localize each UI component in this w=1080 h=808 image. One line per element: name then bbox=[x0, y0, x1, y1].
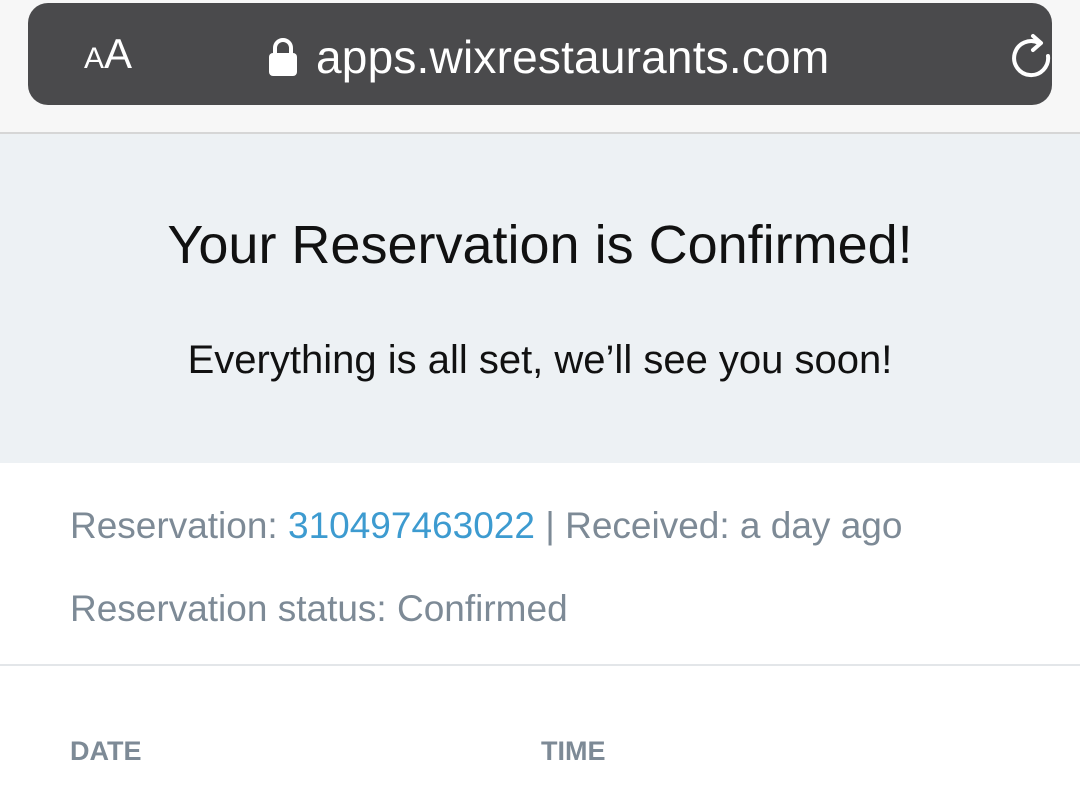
lock-icon bbox=[269, 38, 297, 76]
text-size-small-a: A bbox=[84, 42, 105, 75]
reservation-info-line: Reservation: 310497463022 | Received: a … bbox=[70, 507, 902, 544]
section-divider bbox=[0, 664, 1080, 666]
confirmation-subtitle: Everything is all set, we’ll see you soo… bbox=[187, 338, 893, 382]
confirmation-title: Your Reservation is Confirmed! bbox=[167, 215, 913, 275]
text-size-button[interactable]: A A bbox=[84, 33, 132, 75]
reservation-status-line: Reservation status: Confirmed bbox=[70, 590, 568, 627]
received-label: Received: bbox=[565, 505, 740, 546]
page: A A apps.wixrestaurants.com Your Reserva… bbox=[0, 0, 1080, 808]
confirmation-banner: Your Reservation is Confirmed! Everythin… bbox=[0, 134, 1080, 463]
browser-chrome: A A apps.wixrestaurants.com bbox=[0, 0, 1080, 134]
status-value: Confirmed bbox=[396, 588, 568, 629]
received-value: a day ago bbox=[739, 505, 903, 546]
text-size-large-a: A bbox=[104, 30, 133, 77]
date-column-label: DATE bbox=[70, 736, 142, 766]
url-text: apps.wixrestaurants.com bbox=[316, 31, 830, 83]
url-display[interactable]: apps.wixrestaurants.com bbox=[268, 29, 829, 85]
reload-icon[interactable] bbox=[1006, 31, 1056, 81]
reservation-label: Reservation: bbox=[70, 505, 288, 546]
status-label: Reservation status: bbox=[70, 588, 397, 629]
separator: | bbox=[534, 505, 566, 546]
reservation-number-link[interactable]: 310497463022 bbox=[288, 505, 535, 546]
time-column-label: TIME bbox=[541, 736, 606, 766]
address-bar[interactable]: A A apps.wixrestaurants.com bbox=[28, 3, 1052, 105]
